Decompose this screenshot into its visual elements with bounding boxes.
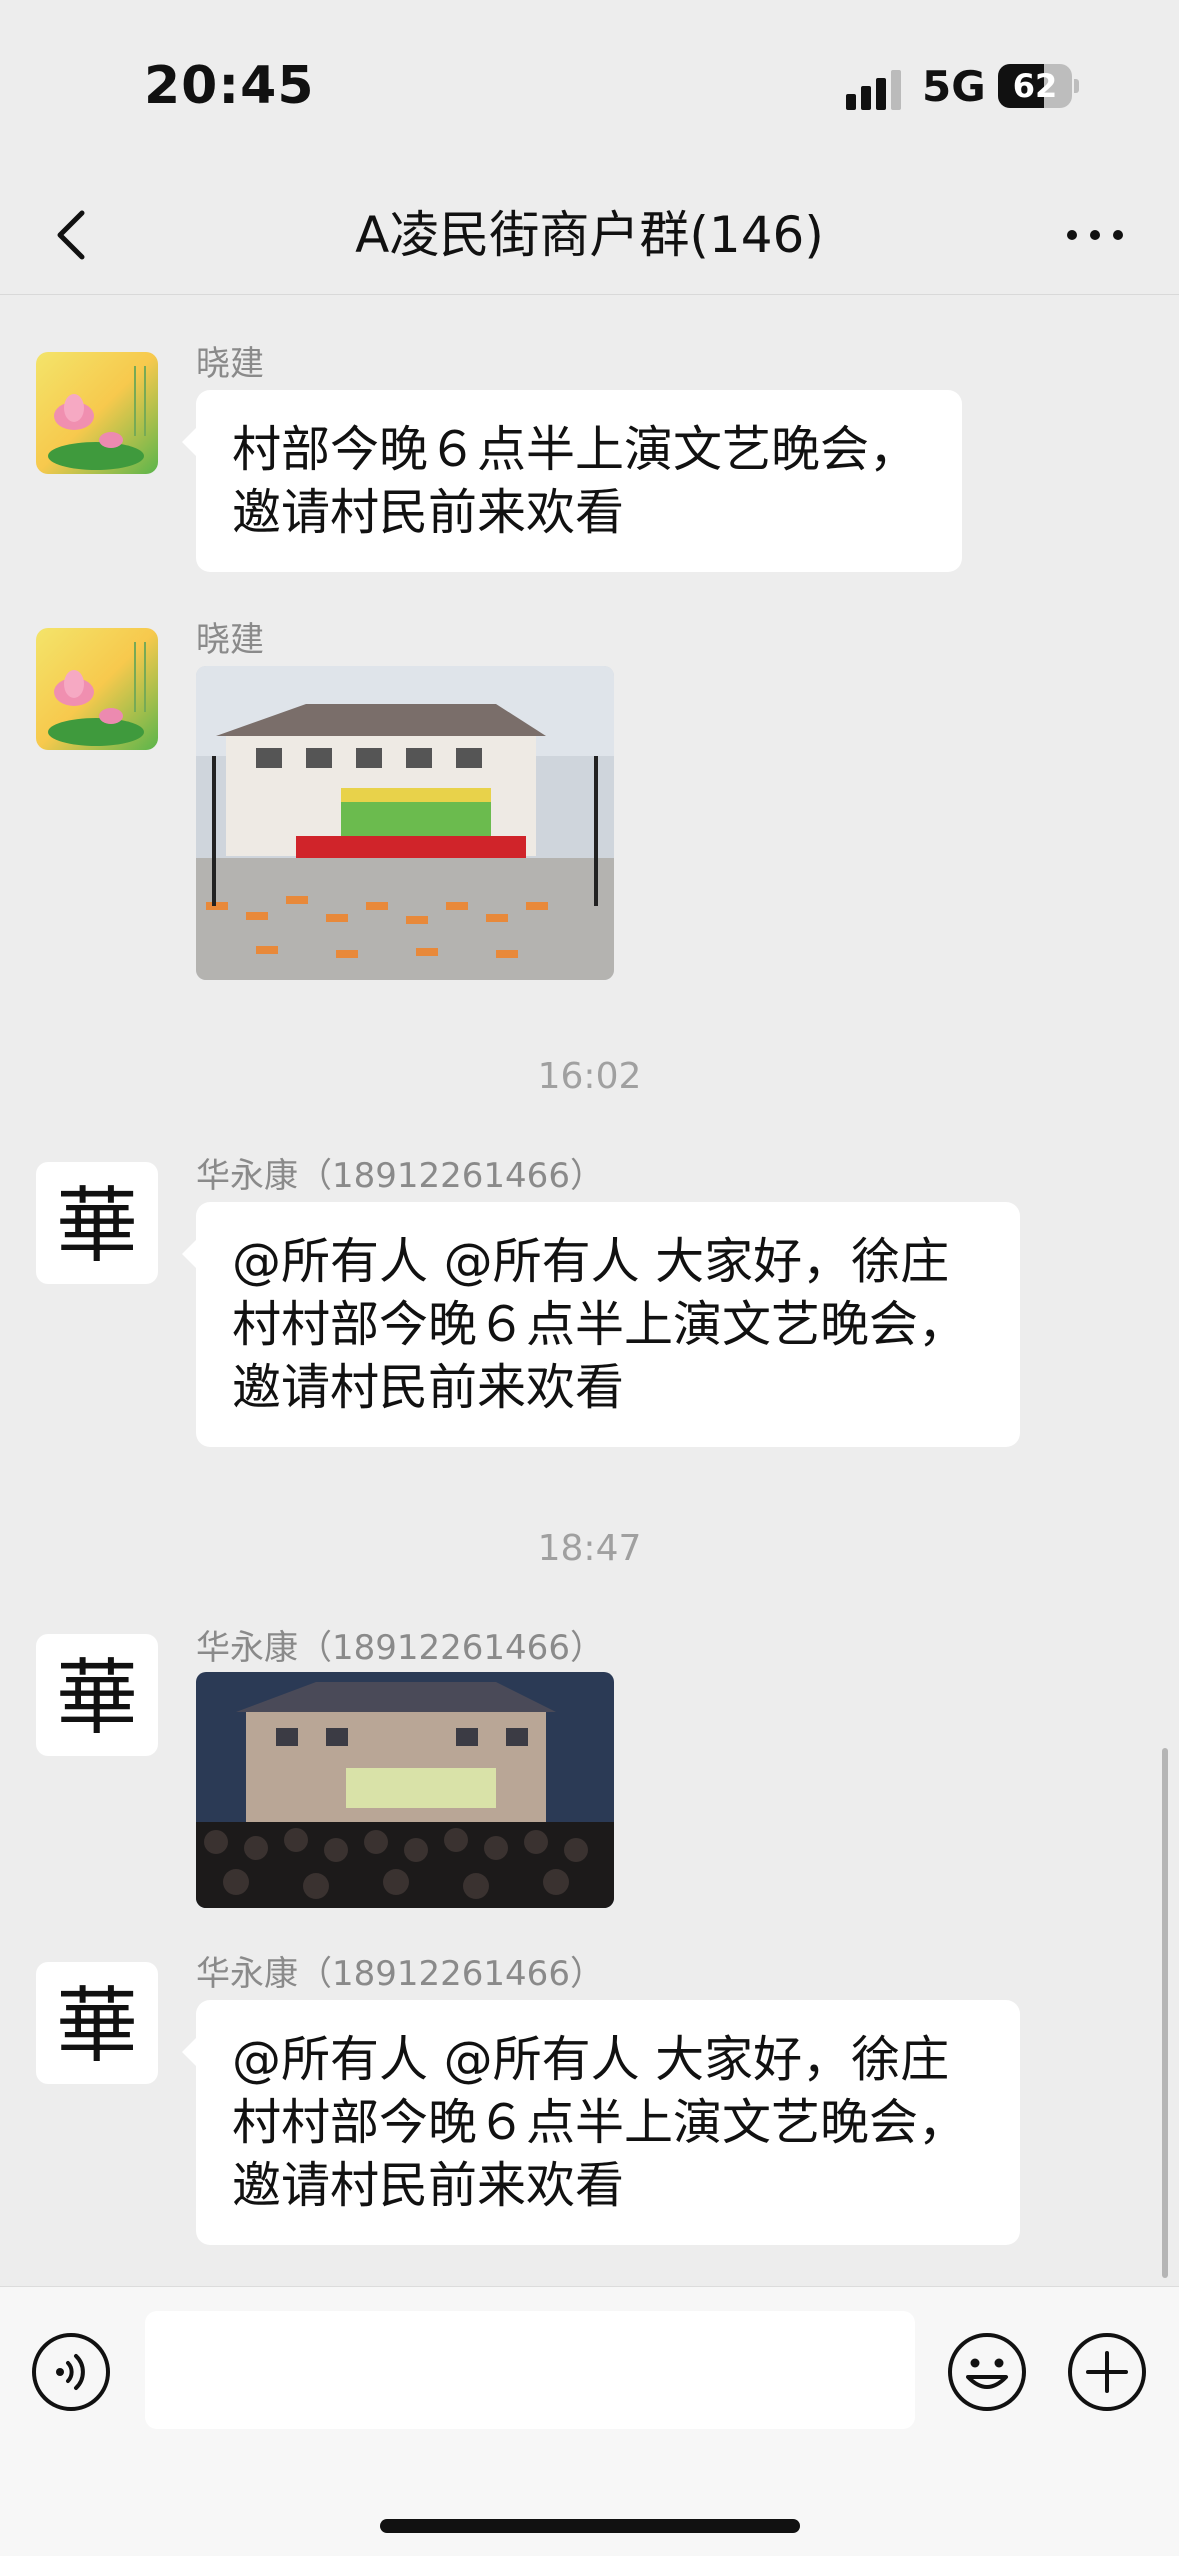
time-divider: 16:02 [537,1056,642,1097]
message-bubble[interactable]: @所有人 @所有人 大家好，徐庄 村村部今晚６点半上演文艺晚会， 邀请村民前来欢… [182,2000,1020,2245]
message-line: @所有人 @所有人 大家好，徐庄 [232,2031,950,2088]
message-line: 邀请村民前来欢看 [232,1359,625,1416]
svg-text:華: 華 [56,1979,138,2074]
plus-icon[interactable] [1066,2331,1148,2413]
svg-text:華: 華 [56,1179,138,1274]
avatar-huayongkang[interactable]: 華 [36,1634,158,1756]
stage-photo-night[interactable] [196,1672,614,1908]
message-line: 村村部今晚６点半上演文艺晚会， [232,1296,968,1353]
avatar-xiaojian[interactable] [36,628,158,750]
battery-icon: 62 [998,64,1079,108]
time-divider: 18:47 [537,1528,642,1569]
home-indicator[interactable] [380,2519,800,2533]
message-line: @所有人 @所有人 大家好，徐庄 [232,1233,950,1290]
input-bar [0,2286,1179,2556]
scrollbar[interactable] [1162,1748,1168,2278]
signal-icon [846,70,901,110]
message-line: 邀请村民前来欢看 [232,2157,625,2214]
message-line: 村部今晚６点半上演文艺晚会， [232,421,919,478]
chevron-left-icon[interactable] [40,199,110,271]
battery-level: 62 [1012,67,1058,105]
sender-name: 华永康（18912261466） [196,1954,604,1994]
message-bubble[interactable]: @所有人 @所有人 大家好，徐庄 村村部今晚６点半上演文艺晚会， 邀请村民前来欢… [182,1202,1020,1447]
avatar-xiaojian[interactable] [36,352,158,474]
sender-name: 晓建 [196,620,264,660]
more-icon[interactable] [1060,199,1130,271]
svg-text:華: 華 [56,1651,138,1746]
voice-icon[interactable] [30,2331,112,2413]
message-bubble[interactable]: 村部今晚６点半上演文艺晚会， 邀请村民前来欢看 [182,390,962,572]
network-type: 5G [922,62,986,111]
chat-title: A凌民街商户群(146) [355,206,824,264]
status-time: 20:45 [144,56,315,116]
chat-header: A凌民街商户群(146) [0,175,1179,295]
stage-photo-day[interactable] [196,666,614,980]
message-line: 村村部今晚６点半上演文艺晚会， [232,2094,968,2151]
sender-name: 晓建 [196,344,264,384]
emoji-icon[interactable] [946,2331,1028,2413]
sender-name: 华永康（18912261466） [196,1628,604,1668]
avatar-huayongkang[interactable]: 華 [36,1962,158,2084]
avatar-huayongkang[interactable]: 華 [36,1162,158,1284]
message-line: 邀请村民前来欢看 [232,484,625,541]
message-input[interactable] [145,2311,915,2429]
sender-name: 华永康（18912261466） [196,1156,604,1196]
status-bar: 20:45 5G 62 [0,0,1179,175]
